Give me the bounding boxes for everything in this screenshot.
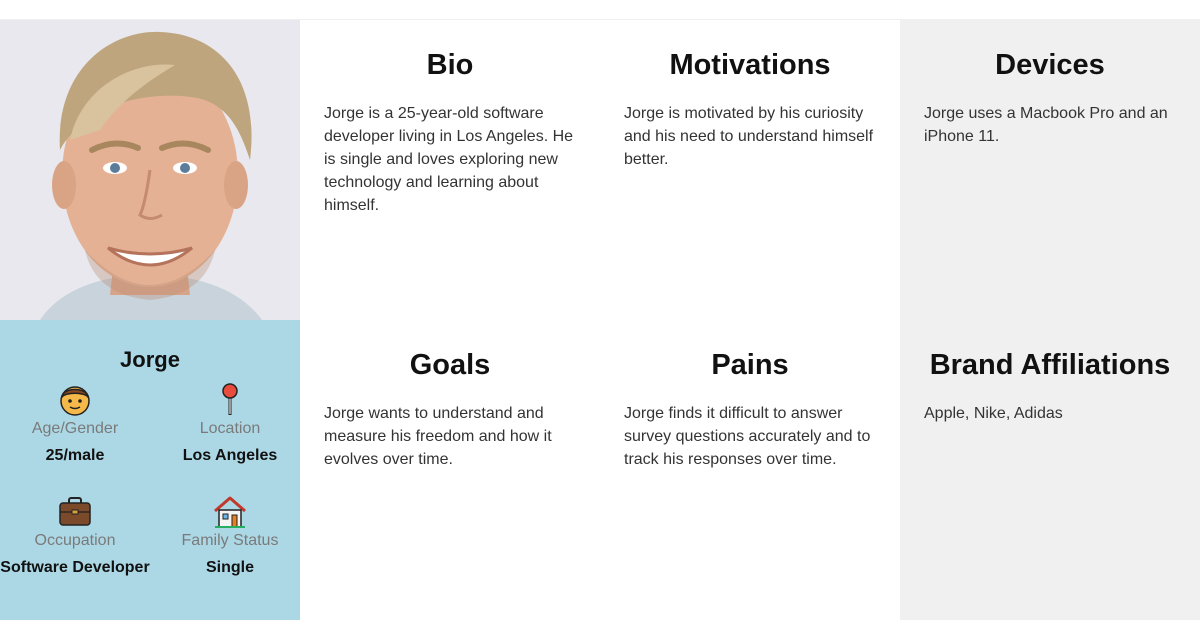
attribute-occupation: Occupation Software Developer bbox=[0, 494, 150, 580]
goals-text: Jorge wants to understand and measure hi… bbox=[324, 405, 552, 468]
motivations-text: Jorge is motivated by his curiosity and … bbox=[624, 105, 874, 168]
age-gender-value: 25/male bbox=[45, 447, 105, 464]
goals-card: Goals Jorge wants to understand and meas… bbox=[300, 320, 600, 620]
man-face-icon bbox=[0, 382, 150, 418]
persona-grid: Bio Jorge is a 25-year-old software deve… bbox=[0, 20, 1200, 620]
motivations-title: Motivations bbox=[669, 49, 831, 81]
persona-photo bbox=[0, 20, 300, 320]
profile-name: Jorge bbox=[120, 347, 180, 372]
bio-title: Bio bbox=[426, 49, 474, 81]
age-gender-label: Age/Gender bbox=[31, 420, 119, 437]
attribute-location: Location Los Angeles bbox=[155, 382, 305, 468]
profile-card: Jorge Age/Gender 25/male Location Los An… bbox=[0, 320, 300, 620]
motivations-card: Motivations Jorge is motivated by his cu… bbox=[600, 20, 900, 320]
attribute-age-gender: Age/Gender 25/male bbox=[0, 382, 150, 468]
devices-title: Devices bbox=[995, 49, 1105, 81]
occupation-value: Software Developer bbox=[0, 559, 150, 576]
bio-text: Jorge is a 25-year-old software develope… bbox=[324, 105, 574, 214]
brand-affiliations-title: Brand Affiliations bbox=[929, 349, 1171, 381]
devices-card: Devices Jorge uses a Macbook Pro and an … bbox=[900, 20, 1200, 320]
goals-title: Goals bbox=[409, 349, 491, 381]
pains-card: Pains Jorge finds it difficult to answer… bbox=[600, 320, 900, 620]
pains-text: Jorge finds it difficult to answer surve… bbox=[624, 405, 871, 468]
brand-affiliations-text: Apple, Nike, Adidas bbox=[924, 405, 1063, 422]
attribute-family-status: Family Status Single bbox=[155, 494, 305, 580]
devices-text: Jorge uses a Macbook Pro and an iPhone 1… bbox=[924, 105, 1168, 145]
brand-affiliations-card: Brand Affiliations Apple, Nike, Adidas bbox=[900, 320, 1200, 620]
family-status-label: Family Status bbox=[181, 532, 279, 549]
briefcase-icon bbox=[0, 494, 150, 530]
house-icon bbox=[155, 494, 305, 530]
top-bar bbox=[0, 0, 1200, 20]
portrait-image bbox=[0, 20, 300, 320]
family-status-value: Single bbox=[205, 559, 254, 576]
map-pin-icon bbox=[155, 382, 305, 418]
occupation-label: Occupation bbox=[34, 532, 116, 549]
pains-title: Pains bbox=[711, 349, 789, 381]
location-value: Los Angeles bbox=[182, 447, 278, 464]
location-label: Location bbox=[199, 420, 261, 437]
bio-card: Bio Jorge is a 25-year-old software deve… bbox=[300, 20, 600, 320]
